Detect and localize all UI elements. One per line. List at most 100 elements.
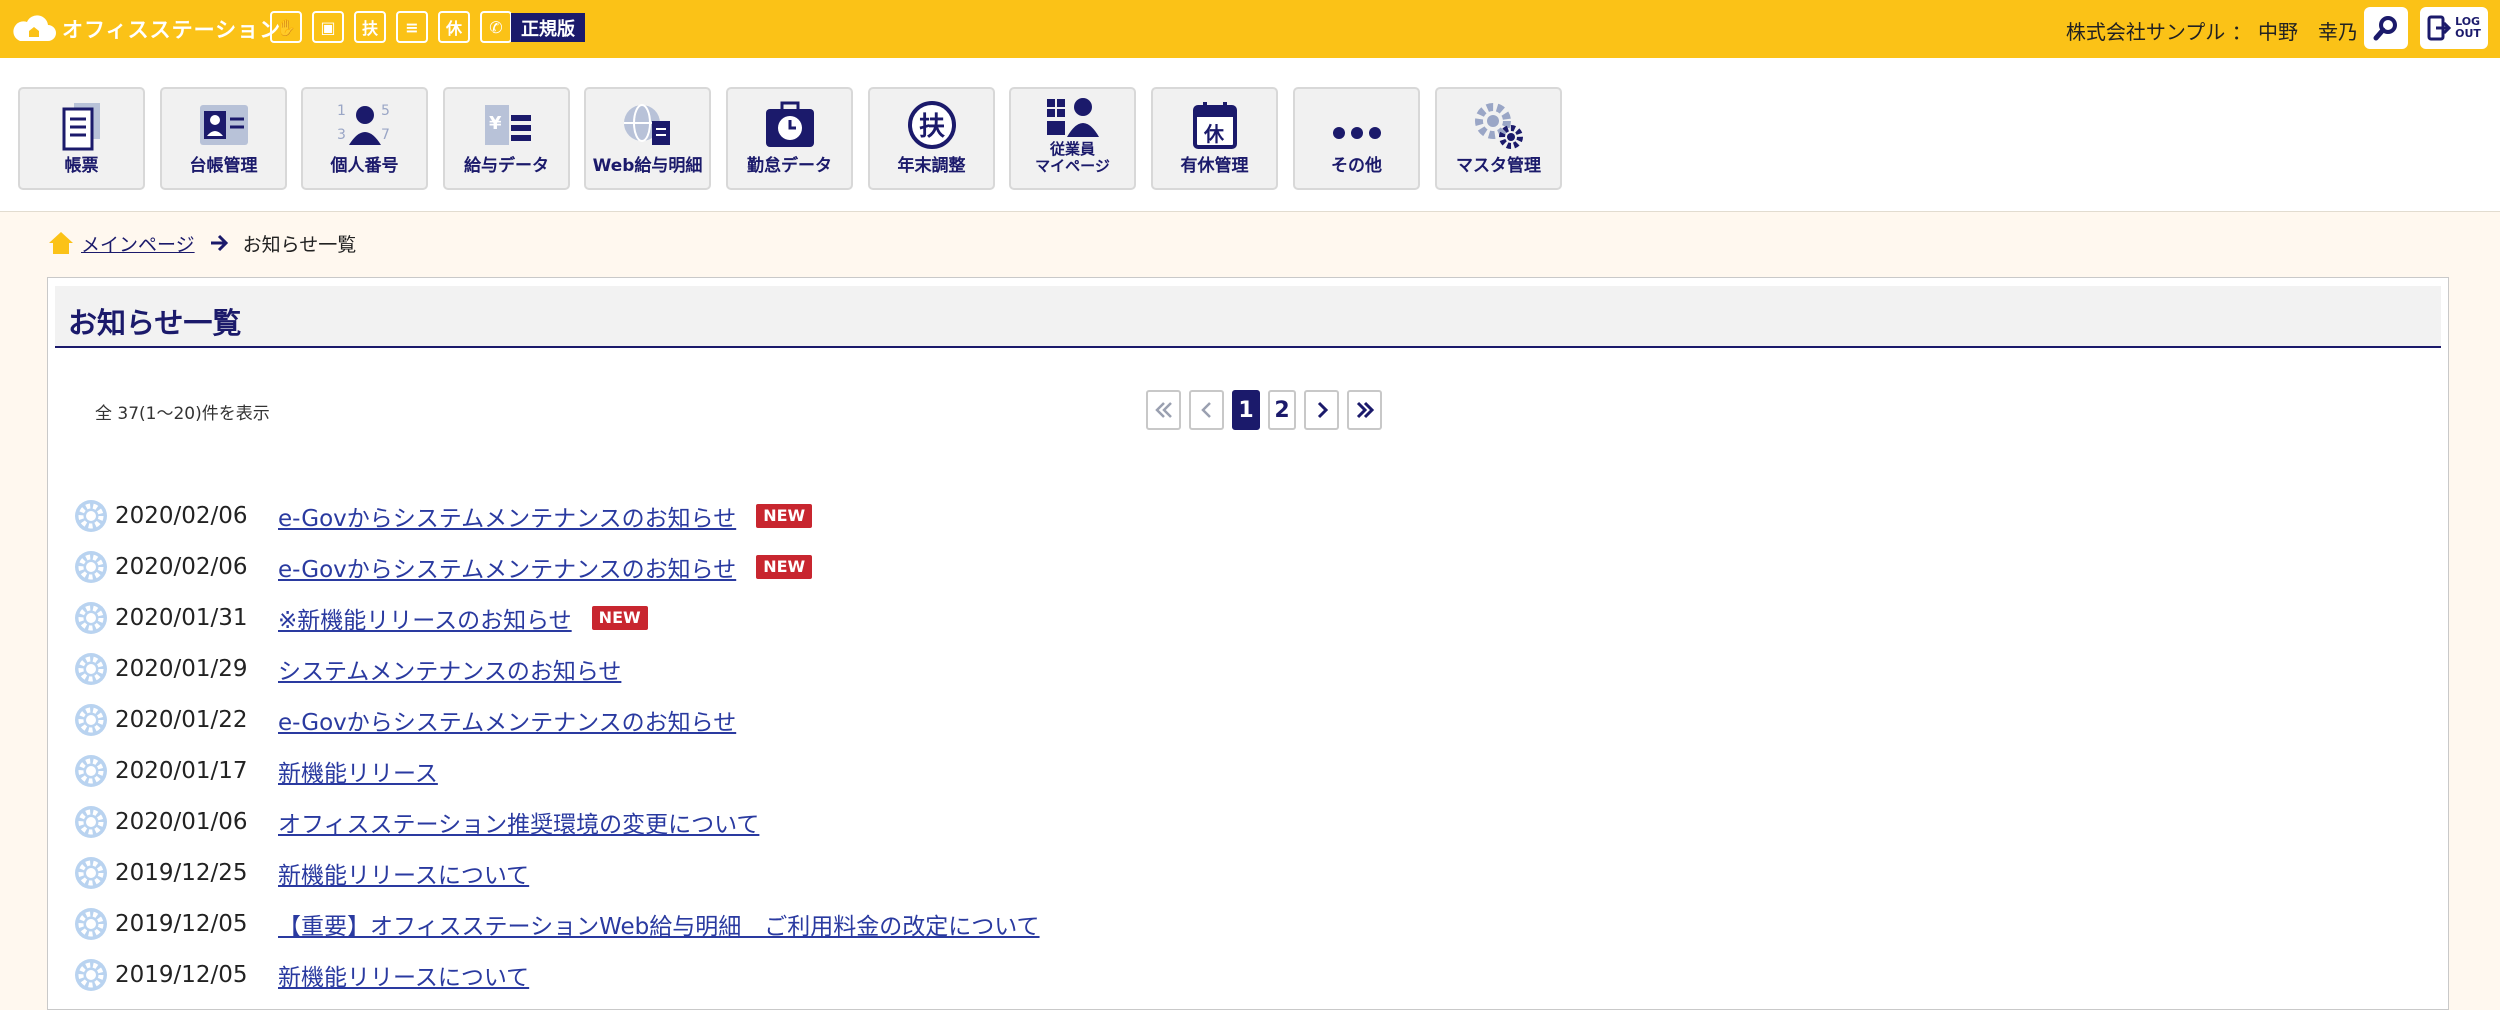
gear-icon: [75, 856, 107, 889]
gear-icon: [75, 550, 107, 583]
nav-item-ledger[interactable]: 台帳管理: [160, 87, 287, 190]
clock-bag-icon: [765, 101, 814, 147]
nav-item-salary-data[interactable]: ¥ 給与データ: [443, 87, 570, 190]
news-title-link[interactable]: システムメンテナンスのお知らせ: [278, 652, 621, 686]
gear-icon: [75, 703, 107, 736]
news-title-link[interactable]: e-Govからシステムメンテナンスのお知らせ: [278, 550, 736, 584]
person-number-icon: 1 5 3 7: [337, 103, 390, 145]
nav-item-paid-leave[interactable]: 休 有休管理: [1151, 87, 1278, 190]
home-icon: [49, 232, 73, 254]
news-list: 2020/02/06 e-Govからシステムメンテナンスのお知らせ NEW 2020/…: [74, 490, 1040, 1000]
brand-logo[interactable]: オフィスステーション: [10, 12, 281, 46]
list-item: 2019/12/05 新機能リリースについて: [74, 949, 1040, 1000]
list-item: 2020/01/31 ※新機能リリースのお知らせ NEW: [74, 592, 1040, 643]
panel-header: お知らせ一覧: [55, 286, 2441, 348]
breadcrumb-home-link[interactable]: メインページ: [81, 230, 195, 257]
svg-text:3: 3: [337, 127, 346, 143]
news-date: 2019/12/05: [115, 910, 248, 937]
nav-item-year-end[interactable]: 扶 年末調整: [868, 87, 995, 190]
logout-label: LOG OUT: [2455, 15, 2481, 40]
gear-icon: [75, 754, 107, 787]
nav-item-personal-number[interactable]: 1 5 3 7 個人番号: [301, 87, 428, 190]
calendar-kyu-icon: 休: [1192, 102, 1237, 149]
list-item: 2020/01/17 新機能リリース: [74, 745, 1040, 796]
news-title-link[interactable]: 新機能リリースについて: [278, 958, 529, 992]
yen-list-icon: ¥: [484, 105, 531, 145]
logout-button[interactable]: LOG OUT: [2420, 7, 2488, 49]
dots-icon: [1332, 127, 1381, 139]
news-title-link[interactable]: e-Govからシステムメンテナンスのお知らせ: [278, 499, 736, 533]
nav-label: 年末調整: [897, 156, 966, 176]
svg-text:5: 5: [381, 103, 390, 119]
news-panel: お知らせ一覧 全 37(1〜20)件を表示 1 2 2020/02/06 e-Go…: [47, 277, 2449, 1010]
id-card-icon: [199, 105, 248, 145]
phone-icon[interactable]: ✆: [480, 11, 512, 43]
svg-text:1: 1: [337, 103, 346, 119]
nav-label: 給与データ: [464, 156, 549, 176]
page-2-button[interactable]: 2: [1268, 390, 1296, 430]
result-count: 全 37(1〜20)件を表示: [95, 404, 270, 424]
news-title-link[interactable]: e-Govからシステムメンテナンスのお知らせ: [278, 703, 736, 737]
gears-icon: [1474, 103, 1523, 149]
nav-item-web-payslip[interactable]: Web給与明細: [584, 87, 711, 190]
scroll-icon[interactable]: ≡: [396, 11, 428, 43]
list-item: 2020/02/06 e-Govからシステムメンテナンスのお知らせ NEW: [74, 490, 1040, 541]
nav-label: 帳票: [64, 156, 99, 176]
nav-item-employee-mypage[interactable]: 従業員 マイページ: [1009, 87, 1136, 190]
page-1-button[interactable]: 1: [1232, 390, 1260, 430]
page-title: お知らせ一覧: [68, 306, 242, 340]
pagination: 1 2: [1146, 390, 1382, 430]
nav-label: Web給与明細: [592, 156, 703, 176]
quick-icons: ✋ ▣ 扶 ≡ 休 ✆: [270, 11, 512, 43]
first-page-button[interactable]: [1146, 390, 1181, 430]
news-title-link[interactable]: ※新機能リリースのお知らせ: [278, 601, 572, 635]
gear-icon: [75, 958, 107, 991]
chevron-right-icon: [1317, 401, 1328, 419]
nav-item-attendance[interactable]: 勤怠データ: [726, 87, 853, 190]
list-item: 2020/01/22 e-Govからシステムメンテナンスのお知らせ: [74, 694, 1040, 745]
breadcrumb: メインページ お知らせ一覧: [47, 228, 356, 258]
news-date: 2020/01/06: [115, 808, 248, 835]
list-item: 2020/01/29 システムメンテナンスのお知らせ: [74, 643, 1040, 694]
gear-icon: [75, 652, 107, 685]
news-date: 2020/01/31: [115, 604, 248, 631]
double-chevron-right-icon: [1356, 401, 1374, 419]
kyu-icon[interactable]: 休: [438, 11, 470, 43]
arrow-right-icon: [210, 234, 228, 252]
gear-icon: [75, 907, 107, 940]
svg-text:休: 休: [1203, 122, 1225, 146]
news-date: 2020/01/22: [115, 706, 248, 733]
next-page-button[interactable]: [1304, 390, 1339, 430]
stamp-icon[interactable]: ✋: [270, 11, 302, 43]
news-title-link[interactable]: オフィスステーション推奨環境の変更について: [278, 805, 759, 839]
briefcase-icon[interactable]: ▣: [312, 11, 344, 43]
news-date: 2019/12/05: [115, 961, 248, 988]
news-title-link[interactable]: 新機能リリースについて: [278, 856, 529, 890]
nav-item-reports[interactable]: 帳票: [18, 87, 145, 190]
nav-label: 勤怠データ: [747, 156, 832, 176]
list-item: 2020/01/06 オフィスステーション推奨環境の変更について: [74, 796, 1040, 847]
svg-text:扶: 扶: [919, 112, 945, 142]
brand-name: オフィスステーション: [62, 18, 282, 42]
prev-page-button[interactable]: [1189, 390, 1224, 430]
gear-icon: [75, 601, 107, 634]
new-badge: NEW: [756, 554, 813, 579]
nav-label: 台帳管理: [189, 156, 258, 176]
news-title-link[interactable]: 【重要】オフィスステーションWeb給与明細 ご利用料金の改定について: [278, 907, 1040, 941]
new-badge: NEW: [756, 503, 813, 528]
nav-item-other[interactable]: その他: [1293, 87, 1420, 190]
logout-icon: [2427, 15, 2452, 41]
news-title-link[interactable]: 新機能リリース: [278, 754, 438, 788]
edition-badge: 正規版: [511, 13, 585, 42]
gear-icon: [75, 805, 107, 838]
nav-item-master[interactable]: マスタ管理: [1435, 87, 1562, 190]
nav-label: 個人番号: [330, 156, 399, 176]
news-date: 2020/01/29: [115, 655, 248, 682]
fu-circle-icon[interactable]: 扶: [354, 11, 386, 43]
cloud-home-icon: [10, 14, 56, 44]
last-page-button[interactable]: [1347, 390, 1382, 430]
nav-label: 有休管理: [1180, 156, 1249, 176]
chevron-left-icon: [1200, 402, 1211, 418]
main-nav: 帳票 台帳管理 1 5 3 7 個人番号 ¥ 給与データ Web給与明細 勤怠デ…: [0, 58, 2500, 212]
search-button[interactable]: [2364, 7, 2408, 49]
